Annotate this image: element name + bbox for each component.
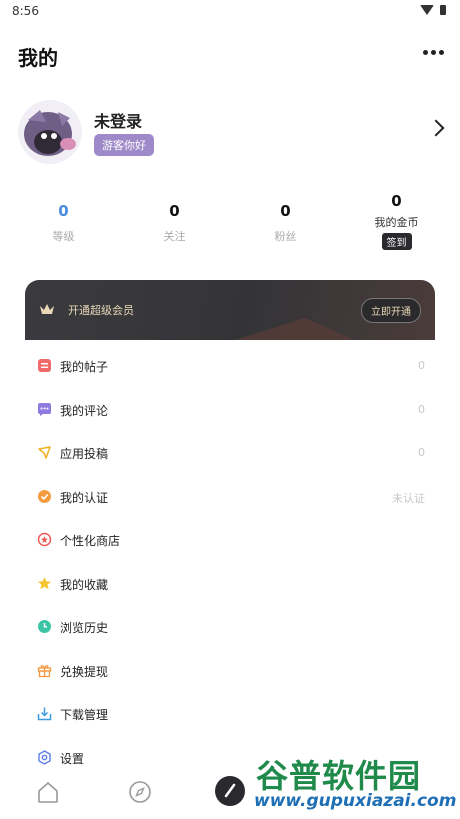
menu-label: 个性化商店	[60, 534, 121, 548]
dot-icon	[439, 50, 444, 55]
menu-value: 0	[418, 446, 425, 459]
dot-icon	[423, 50, 428, 55]
vip-open-button[interactable]: 立即开通	[361, 298, 421, 323]
stat-label: 关注	[163, 230, 186, 243]
wifi-icon	[420, 5, 434, 15]
menu-value: 0	[418, 359, 425, 372]
menu-label: 设置	[60, 751, 85, 766]
stat-value: 0	[391, 192, 402, 210]
stat-value: 0	[169, 202, 180, 220]
menu-label: 我的帖子	[60, 360, 109, 374]
menu-item-submit[interactable]: 应用投稿 0	[25, 431, 435, 475]
username: 未登录	[94, 112, 143, 131]
more-options-button[interactable]	[423, 46, 444, 59]
menu-item-exchange[interactable]: 兑换提现	[25, 649, 435, 693]
menu-item-verify[interactable]: 我的认证 未认证	[25, 475, 435, 519]
write-icon[interactable]	[215, 776, 245, 806]
menu-item-favorites[interactable]: 我的收藏	[25, 562, 435, 606]
watermark-url: www.gupuxiazai.com	[254, 791, 457, 811]
menu-item-comments[interactable]: 我的评论 0	[25, 388, 435, 432]
menu-item-history[interactable]: 浏览历史	[25, 605, 435, 649]
battery-icon	[440, 5, 446, 15]
menu-value: 0	[418, 402, 425, 416]
stat-fans[interactable]: 0 粉丝	[230, 190, 341, 254]
verify-icon	[38, 489, 51, 503]
stat-label: 我的金币	[374, 216, 419, 229]
store-icon	[37, 532, 52, 547]
menu-item-downloads[interactable]: 下载管理	[25, 692, 435, 736]
comment-icon	[38, 402, 51, 416]
menu-label: 应用投稿	[60, 447, 109, 461]
crown-icon	[40, 304, 54, 314]
vip-label: 开通超级会员	[68, 304, 134, 317]
stat-label: 等级	[52, 230, 75, 243]
status-icons	[420, 5, 446, 15]
dot-icon	[431, 50, 436, 55]
stat-value: 0	[280, 202, 291, 220]
menu-label: 我的认证	[60, 490, 109, 505]
status-bar: 8:56	[0, 0, 460, 22]
compass-icon[interactable]	[126, 778, 154, 806]
profile-card[interactable]: 未登录 游客你好	[18, 100, 446, 164]
menu-label: 下载管理	[60, 708, 109, 722]
menu-item-store[interactable]: 个性化商店	[25, 518, 435, 562]
menu-list: 我的帖子 0 我的评论 0 应用投稿 0 我的认证 未认证 个性化商店 我的收藏…	[25, 344, 435, 779]
home-icon[interactable]	[34, 778, 62, 806]
vip-banner[interactable]: 开通超级会员 立即开通	[25, 280, 435, 340]
star-icon	[38, 576, 51, 589]
stat-label: 粉丝	[274, 230, 297, 243]
avatar[interactable]	[18, 100, 82, 164]
clock-icon	[38, 620, 51, 633]
menu-item-posts[interactable]: 我的帖子 0	[25, 344, 435, 388]
watermark: 谷普软件园 www.gupuxiazai.com	[250, 745, 460, 817]
stats-row: 0 等级 0 关注 0 粉丝 0 我的金币 签到	[8, 190, 452, 254]
vip-decoration	[235, 318, 355, 340]
menu-label: 浏览历史	[60, 621, 109, 635]
menu-label: 我的评论	[60, 403, 109, 418]
gift-icon	[37, 664, 52, 677]
post-icon	[38, 359, 51, 372]
checkin-button[interactable]: 签到	[381, 233, 412, 250]
menu-label: 我的收藏	[60, 577, 109, 592]
stat-value: 0	[58, 202, 69, 220]
guest-badge: 游客你好	[94, 134, 154, 156]
menu-label: 兑换提现	[60, 664, 109, 679]
stat-coins[interactable]: 0 我的金币 签到	[341, 190, 452, 254]
status-time: 8:56	[12, 4, 39, 18]
download-icon	[37, 707, 52, 721]
settings-icon	[38, 749, 51, 765]
chevron-right-icon[interactable]	[427, 119, 445, 137]
stat-following[interactable]: 0 关注	[119, 190, 230, 254]
stat-level[interactable]: 0 等级	[8, 190, 119, 254]
menu-value: 未认证	[392, 491, 425, 505]
page-title: 我的	[18, 46, 58, 70]
submit-icon	[38, 446, 51, 459]
